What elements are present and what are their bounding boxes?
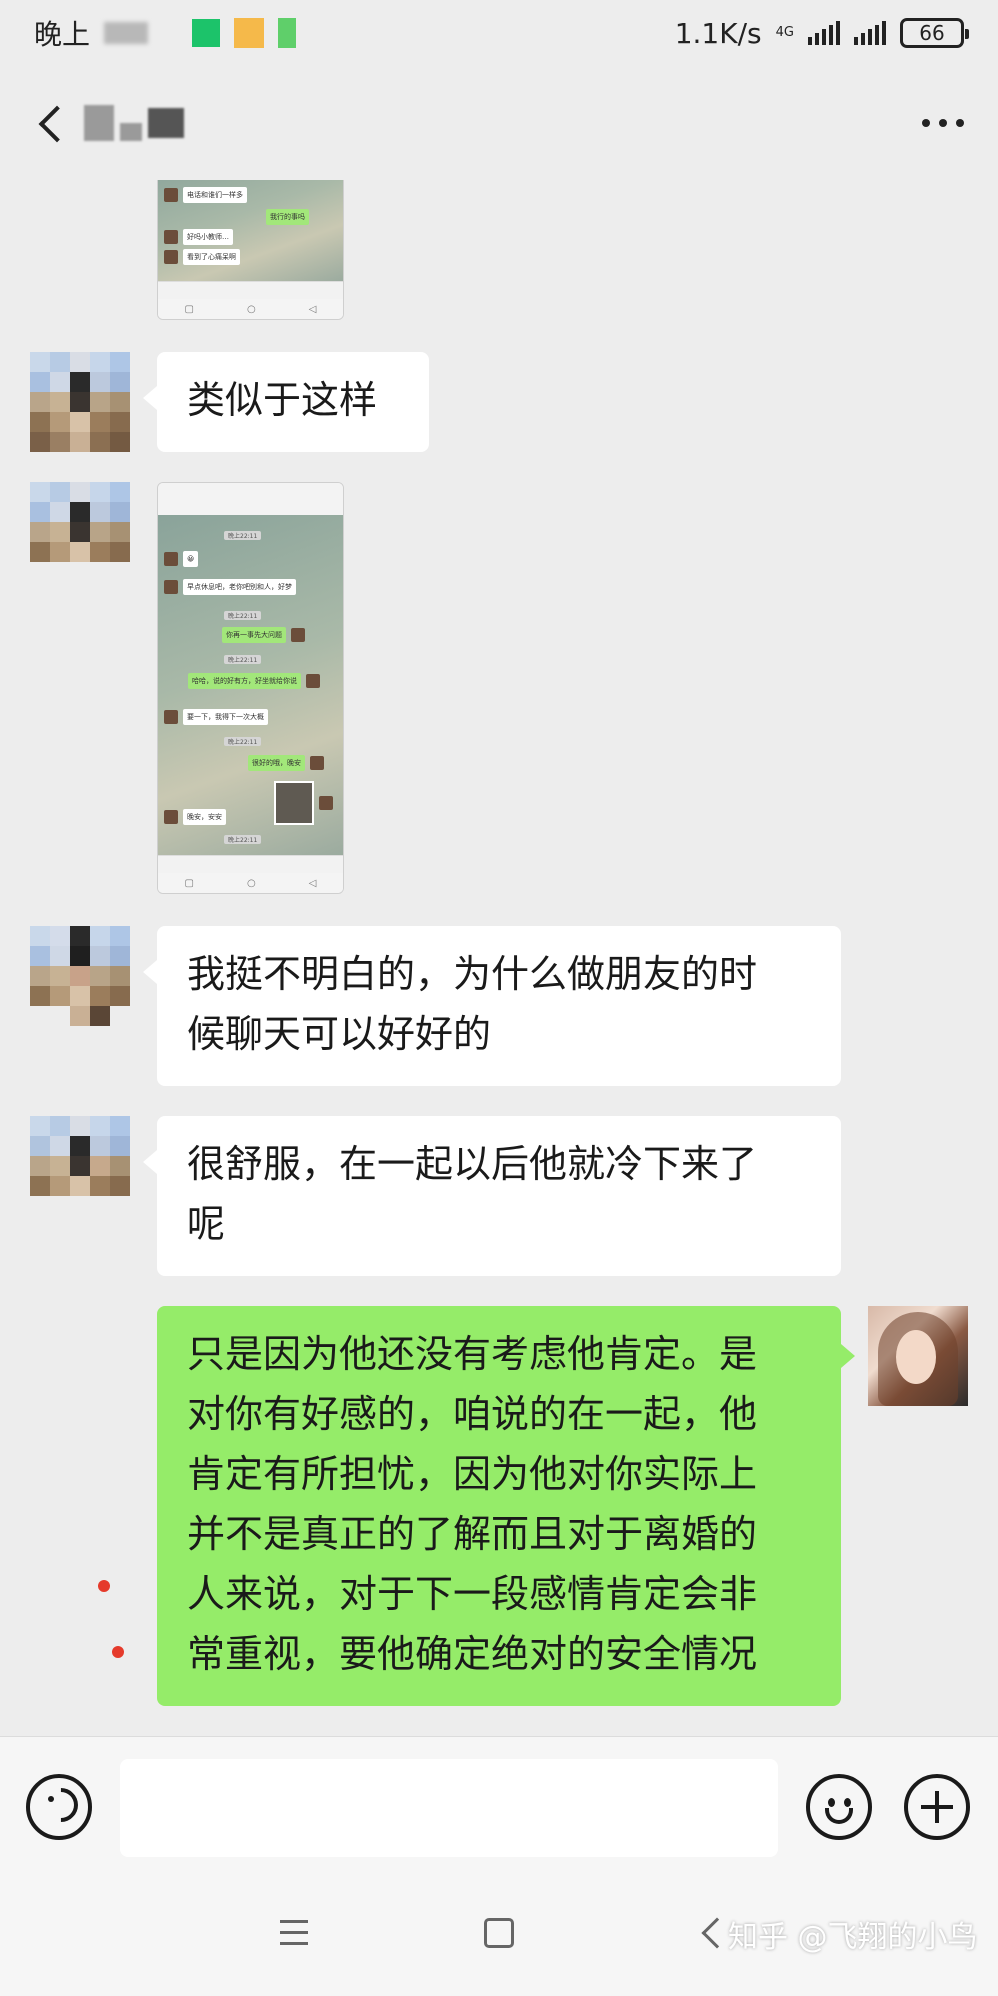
battery-icon: 66 bbox=[900, 18, 969, 48]
message-line: 人来说，对于下一段感情肯定会非 bbox=[187, 1572, 758, 1616]
chat-screenshot-image[interactable]: 晚上22:11 😀 早点休息吧，老你吧别和人，好梦 晚上22:11 你再一事先大… bbox=[157, 482, 344, 894]
signal-icon bbox=[854, 21, 886, 45]
emoji-icon[interactable] bbox=[806, 1774, 872, 1840]
message-line: 候聊天可以好好的 bbox=[187, 1012, 492, 1056]
mini-avatar bbox=[306, 674, 320, 688]
mini-avatar bbox=[164, 250, 178, 264]
menu-icon[interactable] bbox=[280, 1920, 308, 1953]
mini-avatar bbox=[164, 710, 178, 724]
mini-nav-bar: ▢ ○ ◁ bbox=[158, 873, 343, 893]
received-message-bubble[interactable]: 我挺不明白的，为什么做朋友的时 候聊天可以好好的 bbox=[143, 926, 841, 1086]
system-nav-bar: 知乎 @飞翔的小鸟 bbox=[0, 1876, 998, 1996]
unread-dot bbox=[98, 1580, 110, 1592]
mini-avatar bbox=[310, 756, 324, 770]
status-left: 晚上 bbox=[34, 13, 297, 53]
contact-avatar[interactable] bbox=[30, 482, 130, 582]
mini-message: 好吗小教师… bbox=[183, 229, 233, 245]
mini-avatar bbox=[319, 796, 333, 810]
app-notification-icon bbox=[192, 19, 221, 47]
message-text: 类似于这样 bbox=[187, 378, 378, 422]
mini-timestamp: 晚上22:11 bbox=[224, 531, 262, 540]
mini-message: 你再一事先大问题 bbox=[222, 627, 286, 643]
mini-avatar bbox=[164, 552, 178, 566]
mini-message: 我行的事吗 bbox=[266, 209, 309, 225]
mini-timestamp: 晚上22:11 bbox=[224, 655, 262, 664]
mini-timestamp: 晚上22:11 bbox=[224, 737, 262, 746]
mini-avatar bbox=[291, 628, 305, 642]
chat-message-list[interactable]: 电话和谁们一样多 我行的事吗 好吗小教师… 看到了心痛呆啊 ▢ ○ ◁ 类似于这样 bbox=[0, 180, 998, 1736]
app-notification-icon bbox=[278, 18, 297, 48]
app-notification-icon bbox=[234, 18, 265, 48]
contact-name bbox=[84, 105, 184, 141]
mini-message: 晚安，安安 bbox=[183, 809, 226, 825]
mini-photo bbox=[274, 781, 314, 825]
mini-message: 电话和谁们一样多 bbox=[183, 187, 247, 203]
plus-icon[interactable] bbox=[904, 1774, 970, 1840]
message-line: 常重视，要他确定绝对的安全情况 bbox=[187, 1632, 758, 1676]
mini-nav-bar: ▢ ○ ◁ bbox=[158, 299, 343, 319]
mini-avatar bbox=[164, 810, 178, 824]
blurred-time-icon bbox=[104, 22, 149, 44]
battery-level: 66 bbox=[919, 21, 945, 45]
contact-avatar[interactable] bbox=[30, 926, 130, 1026]
status-right: 1.1K/s 4G 66 bbox=[674, 16, 969, 50]
mini-message: 哈哈，说的好有方，好坐就给你说 bbox=[188, 673, 301, 689]
mini-input-bar bbox=[158, 281, 343, 299]
message-line: 肯定有所担忧，因为他对你实际上 bbox=[187, 1452, 758, 1496]
mini-message: 早点休息吧，老你吧别和人，好梦 bbox=[183, 579, 296, 595]
mini-timestamp: 晚上22:11 bbox=[224, 835, 262, 844]
sent-message-bubble[interactable]: 只是因为他还没有考虑他肯定。是 对你有好感的，咱说的在一起，他 肯定有所担忧，因… bbox=[157, 1306, 855, 1706]
user-avatar[interactable] bbox=[868, 1306, 968, 1406]
status-time-label: 晚上 bbox=[34, 18, 91, 51]
mini-top-bar bbox=[158, 483, 343, 515]
contact-avatar[interactable] bbox=[30, 1116, 130, 1216]
mini-message: 看到了心痛呆啊 bbox=[183, 249, 240, 265]
mini-avatar bbox=[164, 188, 178, 202]
mini-message: 很好的哦，晚安 bbox=[248, 755, 305, 771]
message-line: 我挺不明白的，为什么做朋友的时 bbox=[187, 952, 758, 996]
mini-message: 😀 bbox=[183, 551, 199, 567]
mini-timestamp: 晚上22:11 bbox=[224, 611, 262, 620]
received-message-bubble[interactable]: 类似于这样 bbox=[143, 352, 429, 452]
network-type: 4G bbox=[775, 25, 794, 40]
message-line: 很舒服，在一起以后他就冷下来了 bbox=[187, 1142, 758, 1186]
voice-icon[interactable] bbox=[26, 1774, 92, 1840]
more-dots-icon[interactable] bbox=[922, 119, 964, 127]
message-line: 只是因为他还没有考虑他肯定。是 bbox=[187, 1332, 758, 1376]
mini-avatar bbox=[164, 230, 178, 244]
message-line: 对你有好感的，咱说的在一起，他 bbox=[187, 1392, 758, 1436]
back-arrow-icon[interactable] bbox=[34, 103, 74, 143]
mini-avatar bbox=[164, 580, 178, 594]
contact-avatar[interactable] bbox=[30, 352, 130, 452]
mini-input-bar bbox=[158, 855, 343, 873]
chat-screenshot-image[interactable]: 电话和谁们一样多 我行的事吗 好吗小教师… 看到了心痛呆啊 ▢ ○ ◁ bbox=[157, 180, 344, 320]
watermark: 知乎 @飞翔的小鸟 bbox=[728, 1920, 978, 1955]
chat-header bbox=[0, 66, 998, 180]
message-input-bar bbox=[0, 1736, 998, 1876]
message-line: 呢 bbox=[187, 1202, 226, 1246]
message-input[interactable] bbox=[120, 1759, 778, 1857]
message-line: 并不是真正的了解而且对于离婚的 bbox=[187, 1512, 758, 1556]
signal-icon bbox=[808, 21, 840, 45]
received-message-bubble[interactable]: 很舒服，在一起以后他就冷下来了 呢 bbox=[143, 1116, 841, 1276]
unread-dot bbox=[112, 1646, 124, 1658]
home-icon[interactable] bbox=[484, 1918, 514, 1948]
net-speed: 1.1K/s bbox=[674, 16, 762, 50]
status-bar: 晚上 1.1K/s 4G 66 bbox=[0, 0, 998, 66]
mini-message: 要一下，我得下一次大概 bbox=[183, 709, 268, 725]
